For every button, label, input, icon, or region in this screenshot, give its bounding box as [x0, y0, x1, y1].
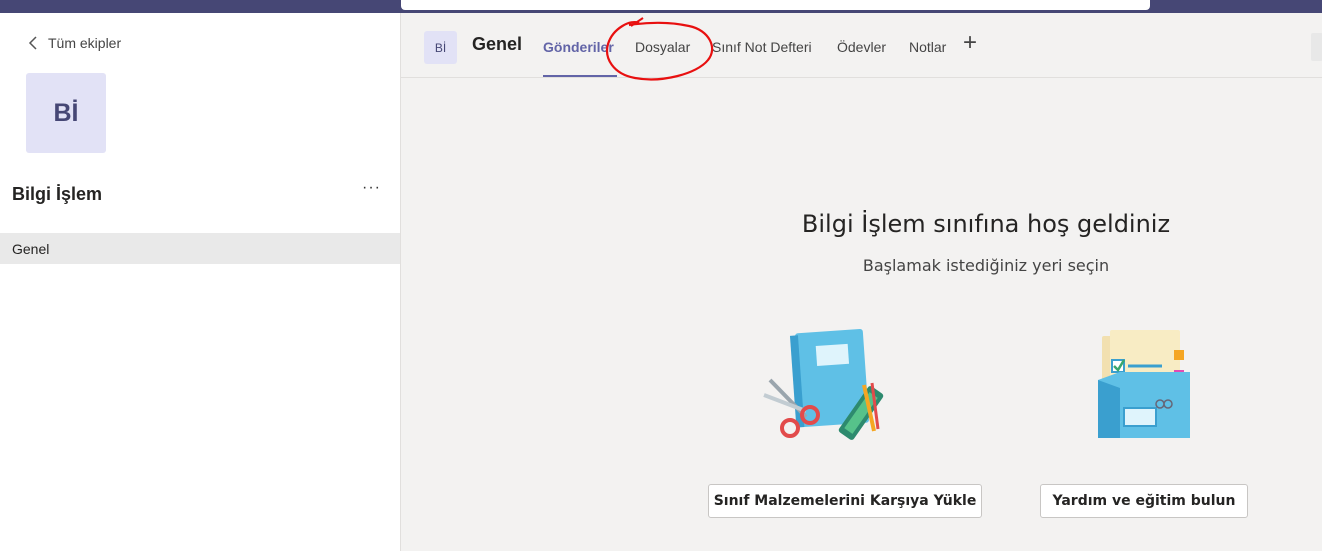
team-avatar-small: Bİ: [424, 31, 457, 64]
tab-odevler[interactable]: Ödevler: [837, 39, 886, 55]
tab-notlar[interactable]: Notlar: [909, 39, 946, 55]
tab-gonderiler[interactable]: Gönderiler: [543, 39, 614, 55]
folder-checklist-illustration: [1098, 330, 1190, 438]
channel-item-genel[interactable]: Genel: [0, 233, 400, 264]
channel-title: Genel: [472, 34, 523, 54]
upload-class-materials-button[interactable]: Sınıf Malzemelerini Karşıya Yükle: [708, 484, 982, 518]
welcome-title: Bilgi İşlem sınıfına hoş geldiniz: [801, 210, 1171, 238]
tab-dosyalar[interactable]: Dosyalar: [635, 39, 690, 55]
welcome-subtitle: Başlamak istediğiniz yeri seçin: [862, 256, 1110, 275]
team-name: Bilgi İşlem: [12, 184, 103, 204]
search-box[interactable]: [401, 0, 1150, 10]
add-tab-icon[interactable]: +: [963, 29, 977, 57]
tab-sinif-not-defteri[interactable]: Sınıf Not Defteri: [712, 39, 812, 55]
notebook-scissors-illustration: [763, 328, 884, 440]
header-right-control[interactable]: [1311, 33, 1322, 61]
more-options-icon[interactable]: ···: [362, 179, 381, 197]
find-help-training-button[interactable]: Yardım ve eğitim bulun: [1040, 484, 1248, 518]
channel-header: Bİ Genel Gönderiler Dosyalar Sınıf Not D…: [401, 13, 1322, 78]
back-label: Tüm ekipler: [48, 35, 122, 51]
sidebar: Tüm ekipler Bİ Bilgi İşlem ··· Genel: [0, 13, 401, 551]
top-bar: [0, 0, 1322, 13]
back-to-teams-link[interactable]: Tüm ekipler: [28, 35, 121, 51]
team-avatar: Bİ: [26, 73, 106, 153]
active-tab-indicator: [543, 75, 617, 77]
chevron-left-icon: [28, 36, 37, 50]
